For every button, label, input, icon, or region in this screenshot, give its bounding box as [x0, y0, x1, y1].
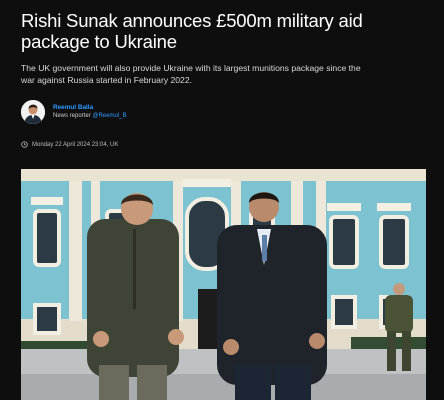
article: Rishi Sunak announces £500m military aid… — [21, 10, 426, 400]
article-standfirst: The UK government will also provide Ukra… — [21, 63, 361, 85]
article-headline: Rishi Sunak announces £500m military aid… — [21, 10, 363, 52]
byline: Reemul Balla News reporter @Reemul_B — [21, 100, 126, 124]
author-role: News reporter @Reemul_B — [53, 112, 126, 120]
author-handle-link[interactable]: @Reemul_B — [92, 113, 126, 119]
timestamp: Monday 22 April 2024 23:04, UK — [21, 141, 118, 148]
timestamp-text: Monday 22 April 2024 23:04, UK — [32, 141, 119, 148]
author-avatar[interactable] — [21, 100, 45, 124]
author-name-link[interactable]: Reemul Balla — [53, 104, 126, 112]
photo-two-men-walking-palace — [21, 169, 426, 400]
clock-icon — [21, 141, 28, 148]
author-role-label: News reporter — [53, 113, 93, 119]
hero-image[interactable] — [21, 169, 426, 400]
user-avatar-icon — [21, 100, 45, 124]
